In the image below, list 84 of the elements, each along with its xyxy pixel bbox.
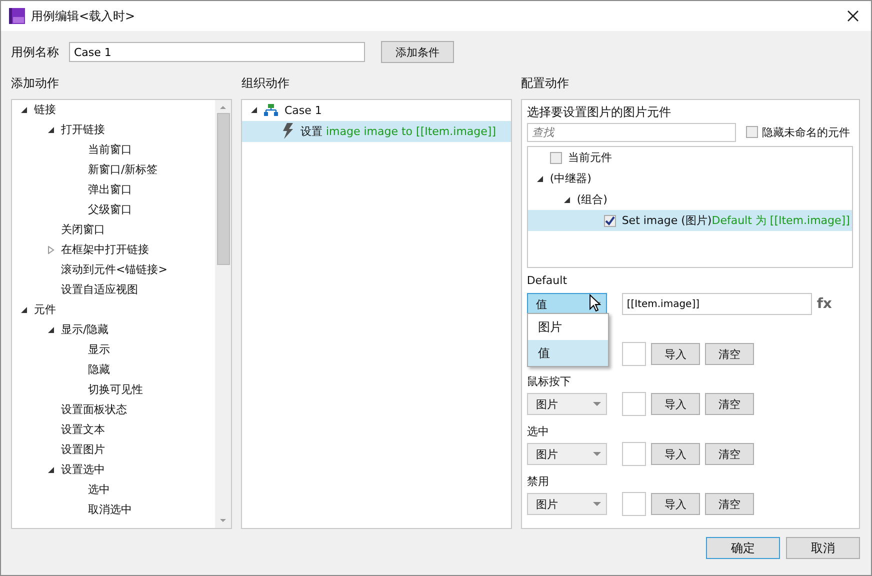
expanded-triangle-icon[interactable] bbox=[47, 126, 55, 134]
clear-button[interactable]: 清空 bbox=[704, 393, 754, 415]
tree-item[interactable]: 取消选中 bbox=[88, 502, 132, 518]
state-label: 选中 bbox=[526, 425, 549, 438]
state-label: 禁用 bbox=[526, 475, 549, 488]
close-icon[interactable] bbox=[847, 10, 859, 22]
app-logo-icon bbox=[9, 8, 25, 24]
action-row[interactable]: 设置 image image to [[Item.image]] bbox=[242, 120, 511, 142]
dropdown[interactable]: 值 bbox=[526, 293, 607, 315]
image-preview bbox=[622, 342, 646, 366]
tree-item[interactable]: 关闭窗口 bbox=[61, 222, 105, 238]
caret-icon bbox=[592, 502, 601, 506]
image-preview bbox=[622, 492, 646, 516]
import-button[interactable]: 导入 bbox=[650, 393, 700, 415]
tree-item[interactable]: 新窗口/新标签 bbox=[88, 162, 158, 178]
add-condition-button[interactable]: 添加条件 bbox=[381, 41, 454, 63]
caret-icon bbox=[592, 452, 601, 456]
tree-item[interactable]: 当前窗口 bbox=[88, 142, 132, 158]
menu-item[interactable]: 图片 bbox=[528, 314, 608, 340]
expanded-triangle-icon[interactable] bbox=[47, 466, 55, 474]
expanded-triangle-icon[interactable] bbox=[20, 306, 28, 314]
tree-item[interactable]: 切换可见性 bbox=[88, 382, 143, 398]
panel-subtitle: 选择要设置图片的图片元件 bbox=[526, 104, 672, 121]
value-field[interactable]: [[Item.image]] bbox=[622, 293, 812, 315]
checkbox[interactable] bbox=[550, 152, 562, 164]
dropdown[interactable]: 图片 bbox=[526, 493, 607, 515]
checkbox-label: 隐藏未命名的元件 bbox=[762, 124, 850, 140]
tree-item[interactable]: 设置选中 bbox=[61, 462, 105, 478]
expanded-triangle-icon[interactable] bbox=[47, 326, 55, 334]
menu-item[interactable]: 值 bbox=[528, 340, 608, 366]
import-button[interactable]: 导入 bbox=[650, 443, 700, 465]
checkbox[interactable] bbox=[746, 126, 758, 138]
image-preview bbox=[622, 392, 646, 416]
collapsed-triangle-icon[interactable] bbox=[47, 246, 55, 254]
section-title: 配置动作 bbox=[520, 75, 570, 92]
tree-item[interactable]: 设置面板状态 bbox=[61, 402, 127, 418]
dialog-button[interactable]: 取消 bbox=[786, 537, 860, 559]
tree-item[interactable]: 隐藏 bbox=[88, 362, 110, 378]
case-name-label: 用例名称 bbox=[11, 44, 60, 60]
action-text: 设置 image image to [[Item.image]] bbox=[300, 124, 496, 139]
tree-item[interactable]: 设置自适应视图 bbox=[61, 282, 138, 298]
tree-item[interactable]: (组合) bbox=[576, 192, 608, 208]
scrollbar[interactable] bbox=[215, 100, 232, 528]
tree-item[interactable]: 设置文本 bbox=[61, 422, 105, 438]
flowchart-icon bbox=[264, 104, 278, 116]
checkbox[interactable] bbox=[604, 214, 616, 227]
section-title: 添加动作 bbox=[11, 75, 60, 92]
tree-item[interactable]: 父级窗口 bbox=[88, 202, 132, 218]
tree-item[interactable]: 打开链接 bbox=[61, 122, 105, 138]
clear-button[interactable]: 清空 bbox=[704, 343, 754, 365]
expanded-triangle-icon[interactable] bbox=[20, 106, 28, 114]
window-title: 用例编辑<载入时> bbox=[31, 8, 136, 24]
state-label: Default bbox=[526, 274, 568, 287]
expanded-triangle-icon[interactable] bbox=[250, 106, 258, 114]
dialog-button[interactable]: 确定 bbox=[706, 537, 780, 559]
tree-item[interactable]: 显示 bbox=[88, 342, 110, 358]
tree-item[interactable]: 显示/隐藏 bbox=[61, 322, 109, 338]
case-name-field[interactable]: Case 1 bbox=[69, 42, 365, 62]
expanded-triangle-icon[interactable] bbox=[536, 174, 544, 183]
section-title: 组织动作 bbox=[241, 75, 290, 92]
lightning-icon bbox=[282, 123, 294, 140]
tree-item[interactable]: 选中 bbox=[88, 482, 110, 498]
dropdown[interactable]: 图片 bbox=[526, 393, 607, 415]
tree-item[interactable]: 滚动到元件<锚链接> bbox=[61, 262, 168, 278]
clear-button[interactable]: 清空 bbox=[704, 493, 754, 515]
tree-item[interactable]: 链接 bbox=[34, 102, 56, 118]
function-button[interactable]: fx bbox=[816, 296, 832, 312]
tree-item[interactable]: 设置图片 bbox=[61, 442, 105, 458]
tree-item[interactable]: 当前元件 bbox=[568, 150, 612, 166]
search-field[interactable]: 查找 bbox=[526, 122, 736, 142]
scroll-thumb[interactable] bbox=[216, 112, 230, 265]
tree-item[interactable]: 弹出窗口 bbox=[88, 182, 132, 198]
import-button[interactable]: 导入 bbox=[650, 343, 700, 365]
import-button[interactable]: 导入 bbox=[650, 493, 700, 515]
image-preview bbox=[622, 442, 646, 466]
tree-item[interactable]: (中继器) bbox=[550, 171, 592, 186]
clear-button[interactable]: 清空 bbox=[704, 443, 754, 465]
expanded-triangle-icon[interactable] bbox=[562, 196, 571, 204]
case-item[interactable]: Case 1 bbox=[284, 104, 322, 117]
state-label: 鼠标按下 bbox=[526, 375, 571, 388]
tree-item[interactable]: 在框架中打开链接 bbox=[61, 242, 149, 258]
caret-icon bbox=[592, 402, 601, 406]
dropdown[interactable]: 图片 bbox=[526, 443, 607, 465]
tree-item[interactable]: 元件 bbox=[34, 302, 56, 318]
